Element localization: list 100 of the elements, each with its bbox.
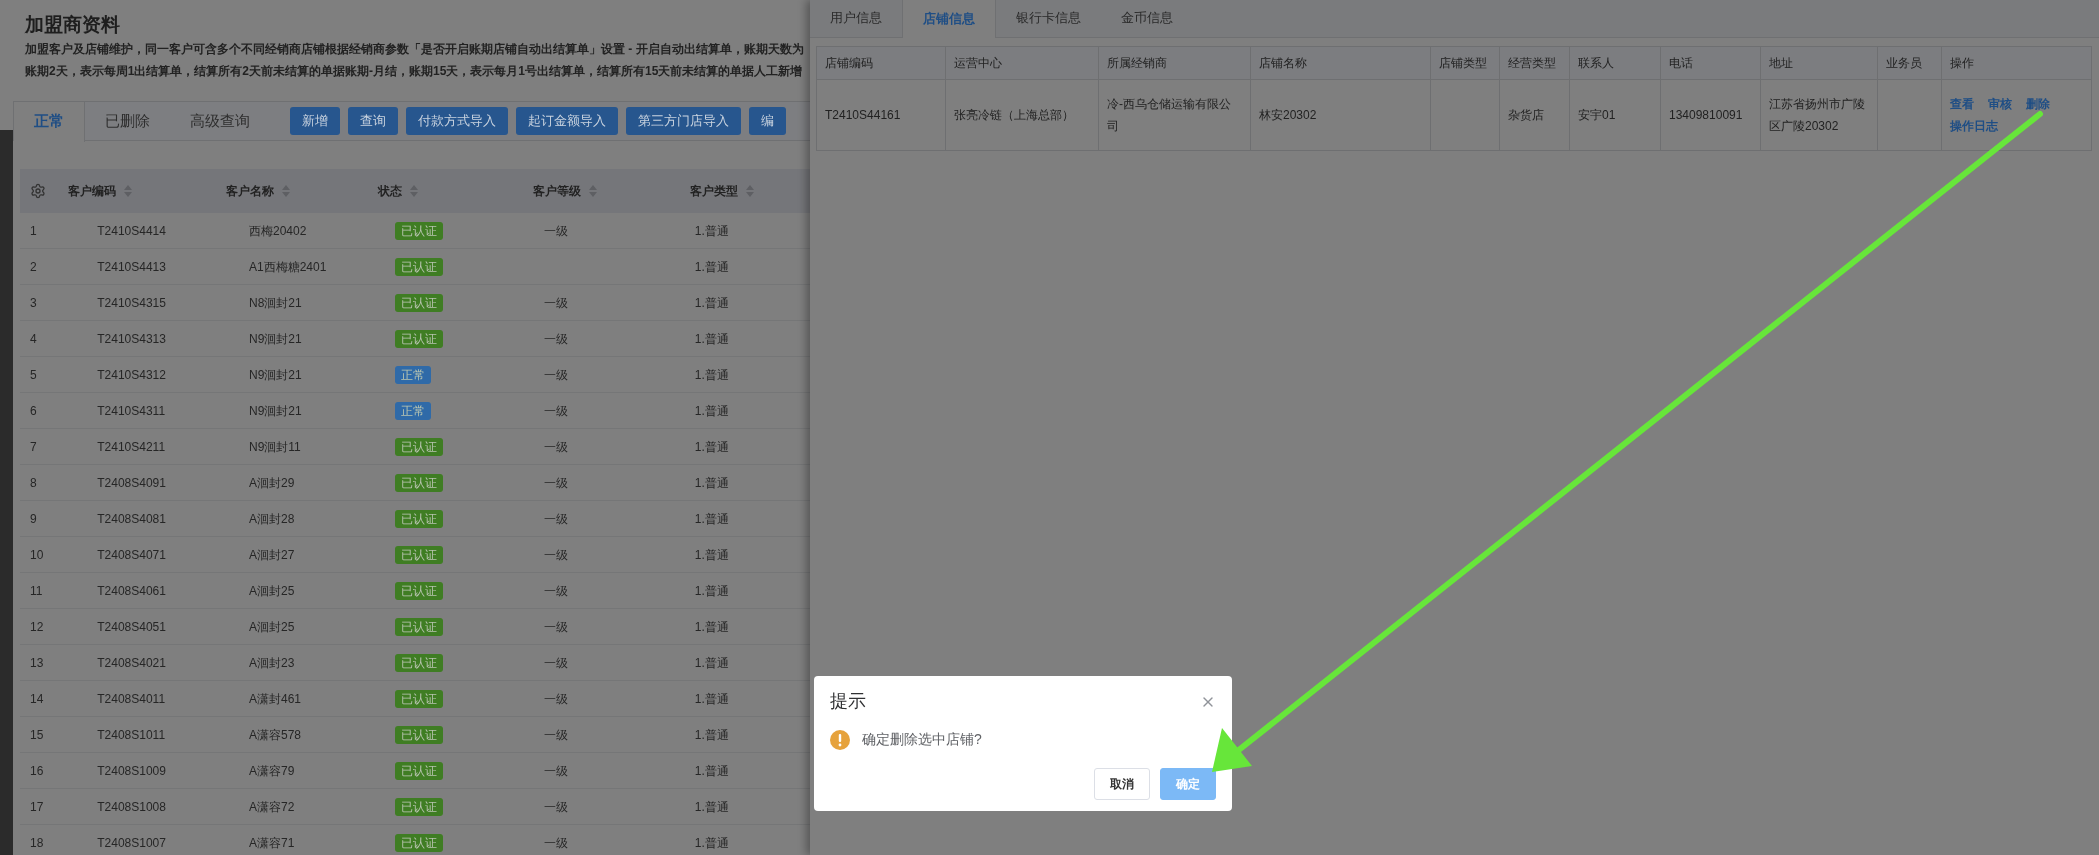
status-tag: 已认证 <box>395 689 443 708</box>
toolbar-button[interactable]: 起订金额导入 <box>516 107 618 135</box>
table-cell: N9洄封21 <box>249 367 302 382</box>
status-tag: 已认证 <box>395 293 443 312</box>
dialog-message: 确定删除选中店铺? <box>862 730 982 749</box>
table-cell: 13 <box>30 655 44 670</box>
table-cell: T2408S4081 <box>97 511 166 526</box>
table-cell: A洄封25 <box>249 619 295 634</box>
tab[interactable]: 用户信息 <box>810 0 902 37</box>
table-cell: 一级 <box>543 511 568 526</box>
table-cell: 1 <box>30 223 37 238</box>
table-cell: 1.普通 <box>694 223 729 238</box>
table-cell: 6 <box>30 403 37 418</box>
toolbar-button[interactable]: 新增 <box>290 107 340 135</box>
status-tag: 已认证 <box>395 581 443 600</box>
table-cell: 1.普通 <box>694 259 729 274</box>
table-cell: 一级 <box>543 403 568 418</box>
table-cell: T2408S1008 <box>97 799 166 814</box>
action-link[interactable]: 删除 <box>2026 93 2050 115</box>
toolbar-button[interactable]: 付款方式导入 <box>406 107 508 135</box>
table-cell: 一级 <box>543 475 568 490</box>
table-cell: 17 <box>30 799 44 814</box>
settings-icon[interactable] <box>30 183 46 199</box>
column-header: 地址 <box>1769 55 1793 72</box>
table-cell: 1.普通 <box>694 295 729 310</box>
action-link[interactable]: 审核 <box>1988 93 2012 115</box>
column-header: 操作 <box>1950 55 1974 72</box>
table-cell: 1.普通 <box>694 475 729 490</box>
table-cell-text: 冷-西乌仓储运输有限公司 <box>1107 96 1232 135</box>
dialog-button[interactable]: 确定 <box>1160 768 1216 800</box>
table-cell: A潇容79 <box>249 763 295 778</box>
table-cell: A洄封28 <box>249 511 295 526</box>
status-tag: 已认证 <box>395 545 443 564</box>
table-cell: 1.普通 <box>694 655 729 670</box>
table-cell: T2410S4211 <box>97 439 166 454</box>
table-cell-text: 13409810091 <box>1669 107 1743 124</box>
table-cell: T2408S4091 <box>97 475 166 490</box>
column-header: 运营中心 <box>954 55 1002 72</box>
tab[interactable]: 已删除 <box>85 102 170 140</box>
status-tag: 已认证 <box>395 797 443 816</box>
table-cell: 1.普通 <box>694 331 729 346</box>
tab[interactable]: 高级查询 <box>170 102 270 140</box>
table-cell: 2 <box>30 259 37 274</box>
page-title: 加盟商资料 <box>25 13 121 37</box>
table-cell: 一级 <box>543 835 568 850</box>
column-header: 客户编码 <box>68 183 116 200</box>
status-tag: 已认证 <box>395 257 443 276</box>
column-header: 业务员 <box>1886 55 1922 72</box>
action-link[interactable]: 操作日志 <box>1950 115 1998 137</box>
table-cell: 1.普通 <box>694 619 729 634</box>
table-cell-text: 杂货店 <box>1508 107 1544 124</box>
table-cell: 5 <box>30 367 37 382</box>
table-cell: N9洄封21 <box>249 403 302 418</box>
tab[interactable]: 店铺信息 <box>902 0 996 38</box>
table-cell: T2408S4071 <box>97 547 166 562</box>
status-tag: 已认证 <box>395 617 443 636</box>
tab[interactable]: 银行卡信息 <box>996 0 1101 37</box>
table-cell: 1.普通 <box>694 403 729 418</box>
dialog-button[interactable]: 取消 <box>1094 768 1150 800</box>
table-cell: 一级 <box>543 799 568 814</box>
table-cell: 3 <box>30 295 37 310</box>
status-tag: 已认证 <box>395 221 443 240</box>
status-tag: 已认证 <box>395 725 443 744</box>
table-cell: T2408S1011 <box>97 727 166 742</box>
table-cell: 8 <box>30 475 37 490</box>
column-header: 客户名称 <box>226 183 274 200</box>
status-tag: 正常 <box>395 401 431 420</box>
table-cell: T2408S4051 <box>97 619 166 634</box>
table-cell: 一级 <box>543 691 568 706</box>
table-cell: 1.普通 <box>694 835 729 850</box>
table-cell: 一级 <box>543 295 568 310</box>
toolbar-button[interactable]: 查询 <box>348 107 398 135</box>
column-header: 客户等级 <box>533 183 581 200</box>
table-cell: T2410S4413 <box>97 259 166 274</box>
table-cell: A洄封25 <box>249 583 295 598</box>
status-tag: 已认证 <box>395 473 443 492</box>
action-link[interactable]: 查看 <box>1950 93 1974 115</box>
status-tag: 已认证 <box>395 653 443 672</box>
table-cell: A洄封23 <box>249 655 295 670</box>
status-tag: 已认证 <box>395 509 443 528</box>
table-cell: N9洄封11 <box>249 439 301 454</box>
table-cell: A潇容578 <box>249 727 302 742</box>
table-cell: 1.普通 <box>694 763 729 778</box>
table-cell: A潇容71 <box>249 835 295 850</box>
table-cell: 一级 <box>543 331 568 346</box>
table-cell: N9洄封21 <box>249 331 302 346</box>
toolbar-button[interactable]: 第三方门店导入 <box>626 107 741 135</box>
status-tag: 已认证 <box>395 329 443 348</box>
column-header: 客户类型 <box>690 183 738 200</box>
column-header: 店铺类型 <box>1439 55 1487 72</box>
toolbar-button[interactable]: 编 <box>749 107 786 135</box>
status-tag: 已认证 <box>395 761 443 780</box>
table-cell: 9 <box>30 511 37 526</box>
table-cell: 1.普通 <box>694 547 729 562</box>
tab[interactable]: 正常 <box>14 101 85 142</box>
table-cell: 一级 <box>543 583 568 598</box>
column-header: 状态 <box>378 183 402 200</box>
table-cell: 1.普通 <box>694 367 729 382</box>
tab[interactable]: 金币信息 <box>1101 0 1193 37</box>
status-tag: 已认证 <box>395 437 443 456</box>
